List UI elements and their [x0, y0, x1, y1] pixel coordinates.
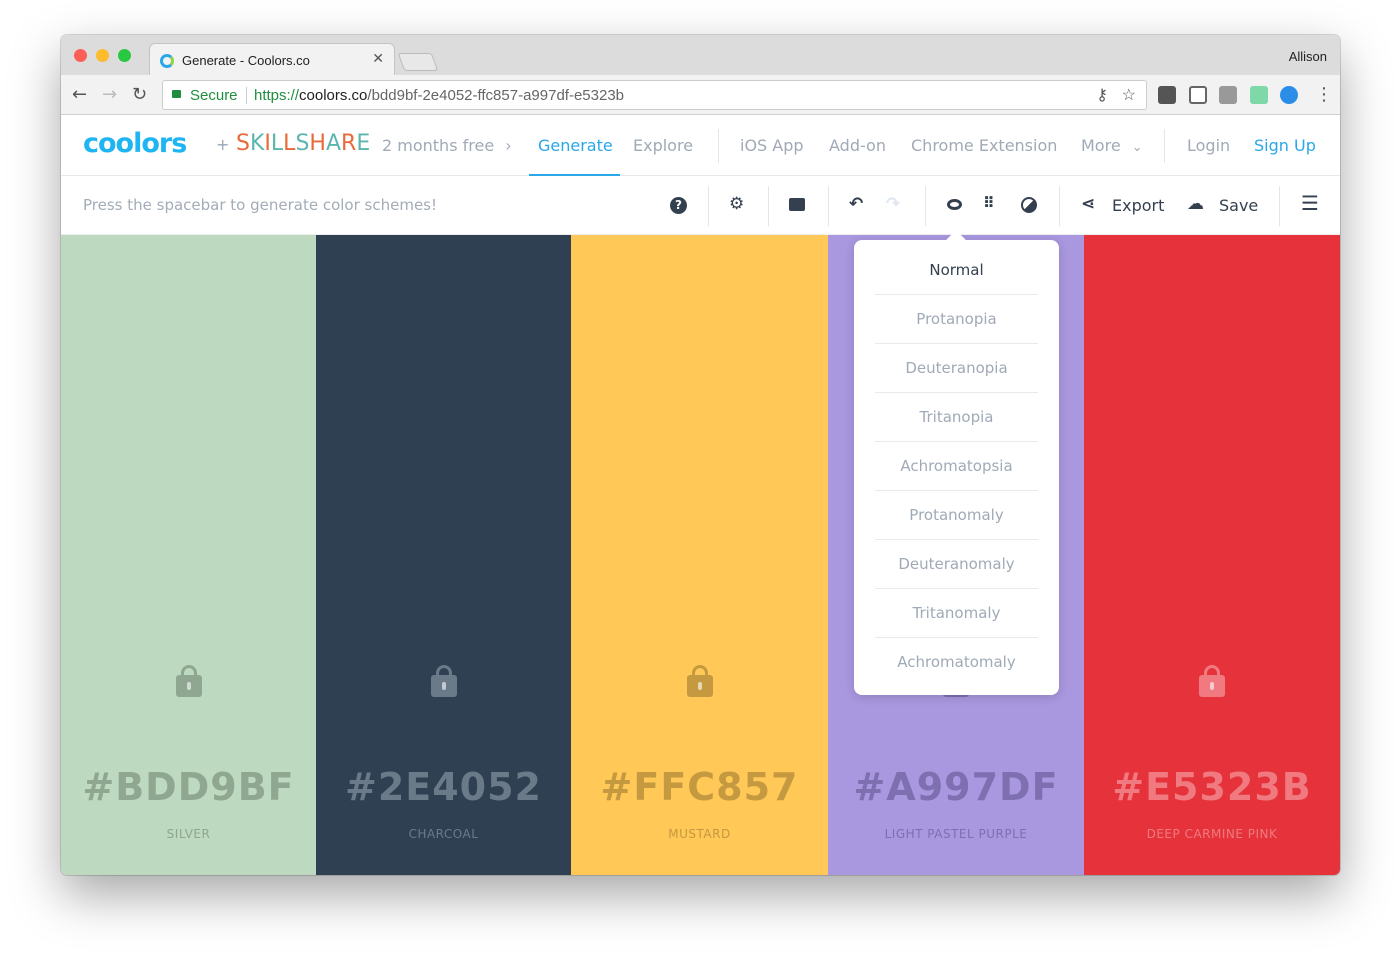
vision-option[interactable]: Normal	[875, 246, 1038, 295]
nav-explore[interactable]: Explore	[633, 136, 693, 155]
nav-more[interactable]: More ⌄	[1081, 136, 1143, 155]
extension-pen-icon[interactable]	[1280, 86, 1298, 104]
close-tab-icon[interactable]: ✕	[372, 51, 384, 67]
close-window-button[interactable]	[74, 49, 87, 62]
nav-chrome-extension[interactable]: Chrome Extension	[911, 136, 1057, 155]
key-icon[interactable]: ⚷	[1096, 85, 1108, 105]
redo-icon[interactable]: ↷	[886, 194, 900, 214]
lock-icon[interactable]	[430, 665, 457, 697]
vision-option[interactable]: Achromatomaly	[875, 638, 1038, 687]
gear-icon[interactable]: ⚙	[729, 194, 744, 214]
browser-window: Generate - Coolors.co ✕ Allison ← → ↻ Se…	[61, 35, 1340, 875]
minimize-window-button[interactable]	[96, 49, 109, 62]
coolors-favicon-icon	[160, 54, 174, 68]
color-blindness-menu: Normal Protanopia Deuteranopia Tritanopia Ac…	[854, 240, 1059, 695]
reload-icon[interactable]: ↻	[132, 84, 147, 105]
color-column[interactable]: #2E4052 CHARCOAL	[316, 235, 571, 875]
url-text[interactable]: https://coolors.co/bdd9bf-2e4052-ffc857-…	[254, 87, 624, 104]
address-bar[interactable]: Secure https://coolors.co/bdd9bf-2e4052-…	[162, 80, 1147, 110]
lock-icon[interactable]	[686, 665, 713, 697]
hex-code[interactable]: #2E4052	[316, 765, 571, 809]
lock-icon[interactable]	[1199, 665, 1225, 697]
color-name: SILVER	[166, 827, 211, 841]
signup-link[interactable]: Sign Up	[1254, 136, 1316, 155]
eye-icon[interactable]	[947, 199, 962, 210]
extension-pages-icon[interactable]	[1189, 86, 1207, 104]
undo-icon[interactable]: ↶	[849, 194, 863, 214]
nav-generate[interactable]: Generate	[538, 136, 613, 155]
color-name: DEEP CARMINE PINK	[1146, 827, 1278, 841]
promo-link[interactable]: 2 months free ›	[382, 136, 512, 155]
browser-tab[interactable]: Generate - Coolors.co ✕	[149, 43, 395, 76]
color-column[interactable]: #FFC857 MUSTARD	[571, 235, 828, 875]
vision-option[interactable]: Deuteranomaly	[875, 540, 1038, 589]
new-tab-button[interactable]	[397, 53, 439, 71]
vision-option[interactable]: Protanomaly	[875, 491, 1038, 540]
vision-option[interactable]: Tritanomaly	[875, 589, 1038, 638]
action-bar: Press the spacebar to generate color sch…	[61, 176, 1340, 235]
chevron-right-icon: ›	[505, 136, 512, 155]
vision-option[interactable]: Protanopia	[875, 295, 1038, 344]
coolors-logo[interactable]: coolors	[83, 128, 187, 159]
palette: #BDD9BF SILVER #2E4052 CHARCOAL #FFC857 …	[61, 235, 1340, 875]
contrast-icon[interactable]	[1021, 197, 1037, 213]
back-icon[interactable]: ←	[72, 84, 87, 105]
skillshare-logo[interactable]: SKILLSHARE	[236, 131, 370, 156]
login-link[interactable]: Login	[1187, 136, 1230, 155]
chevron-down-icon: ⌄	[1131, 140, 1143, 155]
export-button[interactable]: Export	[1112, 196, 1164, 215]
hex-code[interactable]: #A997DF	[828, 765, 1084, 809]
nav-ios-app[interactable]: iOS App	[740, 136, 804, 155]
color-name: LIGHT PASTEL PURPLE	[884, 827, 1028, 841]
profile-name[interactable]: Allison	[1289, 49, 1327, 64]
cloud-upload-icon[interactable]: ☁	[1187, 194, 1204, 214]
color-name: MUSTARD	[668, 827, 731, 841]
nav-add-on[interactable]: Add-on	[829, 136, 886, 155]
extension-note-icon[interactable]	[1219, 86, 1237, 104]
save-button[interactable]: Save	[1219, 196, 1258, 215]
grid-icon[interactable]: ⠿	[983, 194, 995, 212]
extension-audio-icon[interactable]	[1250, 86, 1268, 104]
extension-lightbulb-icon[interactable]	[1158, 86, 1176, 104]
color-column[interactable]: #E5323B DEEP CARMINE PINK	[1084, 235, 1340, 875]
secure-label: Secure	[190, 87, 238, 104]
hex-code[interactable]: #FFC857	[571, 765, 828, 809]
plus-sign: +	[216, 135, 230, 154]
help-icon[interactable]: ?	[670, 197, 687, 214]
vision-option[interactable]: Achromatopsia	[875, 442, 1038, 491]
maximize-window-button[interactable]	[118, 49, 131, 62]
color-name: CHARCOAL	[408, 827, 479, 841]
color-column[interactable]: #BDD9BF SILVER	[61, 235, 316, 875]
menu-icon[interactable]: ☰	[1301, 191, 1319, 215]
share-icon[interactable]: ⋖	[1081, 194, 1095, 214]
forward-icon[interactable]: →	[102, 84, 117, 105]
browser-menu-icon[interactable]: ⋮	[1315, 84, 1333, 105]
vision-option[interactable]: Tritanopia	[875, 393, 1038, 442]
lock-icon[interactable]	[175, 665, 202, 697]
title-bar: Generate - Coolors.co ✕ Allison	[61, 35, 1340, 76]
star-icon[interactable]: ☆	[1122, 85, 1136, 105]
hex-code[interactable]: #E5323B	[1084, 765, 1340, 809]
vision-option[interactable]: Deuteranopia	[875, 344, 1038, 393]
site-header: coolors + SKILLSHARE 2 months free › Gen…	[61, 116, 1340, 176]
browser-toolbar: ← → ↻ Secure https://coolors.co/bdd9bf-2…	[61, 75, 1340, 115]
spacebar-hint: Press the spacebar to generate color sch…	[83, 196, 438, 214]
hex-code[interactable]: #BDD9BF	[61, 765, 316, 809]
camera-icon[interactable]	[789, 198, 805, 211]
tab-title: Generate - Coolors.co	[182, 53, 310, 68]
lock-icon	[172, 90, 181, 98]
